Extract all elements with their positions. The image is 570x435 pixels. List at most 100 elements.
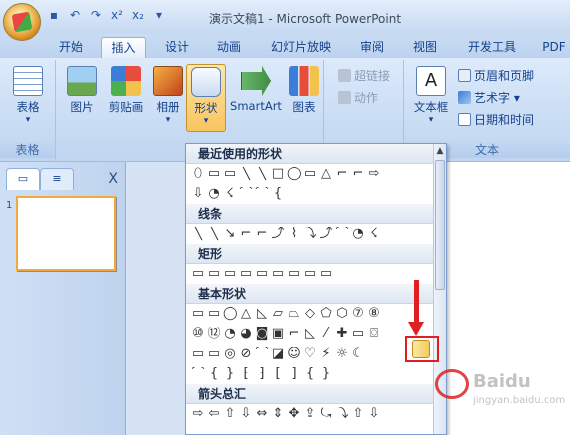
- shape-icon[interactable]: ⇨: [191, 407, 205, 421]
- shape-icon[interactable]: △: [239, 307, 253, 321]
- shape-icon[interactable]: ╲: [191, 227, 205, 241]
- shape-icon[interactable]: ▭: [239, 267, 253, 281]
- shape-icon[interactable]: △: [319, 167, 333, 181]
- shape-icon[interactable]: ⚡: [319, 347, 333, 361]
- shape-icon[interactable]: ⁅: [239, 367, 253, 381]
- shape-icon[interactable]: ⌒: [191, 367, 205, 381]
- shape-icon[interactable]: ╲: [207, 227, 221, 241]
- tab-view[interactable]: 视图: [405, 37, 445, 58]
- shape-icon[interactable]: ◪: [271, 347, 285, 361]
- shape-icon[interactable]: ⇧: [223, 407, 237, 421]
- wordart-button[interactable]: 艺术字 ▾: [458, 88, 520, 108]
- tab-animation[interactable]: 动画: [209, 37, 249, 58]
- shape-icon[interactable]: ]: [287, 367, 301, 381]
- slide-thumbnail[interactable]: [16, 196, 116, 271]
- tab-design[interactable]: 设计: [157, 37, 197, 58]
- action-button[interactable]: 动作: [338, 88, 378, 108]
- shape-icon[interactable]: ⇩: [191, 187, 205, 201]
- header-footer-button[interactable]: 页眉和页脚: [458, 66, 534, 86]
- clipart-button[interactable]: 剪贴画: [104, 64, 148, 132]
- redo-icon[interactable]: ↷: [88, 7, 104, 23]
- shape-icon[interactable]: ▭: [191, 267, 205, 281]
- shape-icon[interactable]: ✚: [335, 327, 349, 341]
- shape-icon[interactable]: {: [271, 187, 285, 201]
- table-button[interactable]: 表格 ▾: [8, 64, 48, 132]
- shape-icon[interactable]: ▭: [223, 167, 237, 181]
- shape-icon[interactable]: ⌐: [287, 327, 301, 341]
- shape-icon[interactable]: ⌒: [255, 347, 269, 361]
- shape-icon[interactable]: ⑦: [351, 307, 365, 321]
- tab-slideshow[interactable]: 幻灯片放映: [264, 37, 338, 58]
- shape-icon[interactable]: ╲: [239, 167, 253, 181]
- shape-icon[interactable]: }: [319, 367, 333, 381]
- shapes-button[interactable]: 形状 ▾: [186, 64, 226, 132]
- shape-icon[interactable]: ⬠: [319, 307, 333, 321]
- shape-icon[interactable]: ⤴: [271, 227, 285, 241]
- save-icon[interactable]: ▪: [46, 7, 62, 23]
- shape-icon[interactable]: ▱: [271, 307, 285, 321]
- shape-icon[interactable]: ⑧: [367, 307, 381, 321]
- shape-icon[interactable]: ⬯: [191, 167, 205, 181]
- shape-icon[interactable]: ◔: [207, 187, 221, 201]
- hyperlink-button[interactable]: 超链接: [338, 66, 390, 86]
- subscript-icon[interactable]: x₂: [130, 7, 146, 23]
- shape-icon[interactable]: ▭: [319, 267, 333, 281]
- shape-icon[interactable]: ⇪: [303, 407, 317, 421]
- shape-icon[interactable]: [: [271, 367, 285, 381]
- shape-icon[interactable]: ▭: [351, 327, 365, 341]
- shape-icon[interactable]: ◯: [223, 307, 237, 321]
- shape-icon[interactable]: ▭: [271, 267, 285, 281]
- tab-review[interactable]: 审阅: [352, 37, 392, 58]
- shape-icon[interactable]: ☇: [367, 227, 381, 241]
- shape-icon[interactable]: ⤵: [303, 227, 317, 241]
- tab-home[interactable]: 开始: [52, 37, 90, 58]
- shape-icon[interactable]: ⇦: [207, 407, 221, 421]
- shape-icon[interactable]: ⇕: [271, 407, 285, 421]
- scroll-thumb[interactable]: [435, 160, 445, 290]
- shape-icon[interactable]: ◯: [287, 167, 301, 181]
- datetime-button[interactable]: 日期和时间: [458, 110, 534, 130]
- chart-button[interactable]: 图表: [284, 64, 324, 132]
- shape-icon[interactable]: ▭: [223, 267, 237, 281]
- shape-icon[interactable]: ⊘: [239, 347, 253, 361]
- slides-tab[interactable]: ▭: [6, 168, 40, 190]
- shape-icon[interactable]: ◺: [255, 307, 269, 321]
- textbox-button[interactable]: A 文本框 ▾: [408, 64, 454, 132]
- shape-icon[interactable]: ⇨: [367, 167, 381, 181]
- superscript-icon[interactable]: x²: [109, 7, 125, 23]
- shape-icon[interactable]: ⤴: [319, 227, 333, 241]
- shape-icon[interactable]: ▭: [303, 167, 317, 181]
- office-button[interactable]: [3, 3, 41, 41]
- shape-icon[interactable]: ⌐: [239, 227, 253, 241]
- smartart-button[interactable]: SmartArt: [228, 64, 284, 132]
- shape-icon[interactable]: ⇔: [255, 407, 269, 421]
- shape-icon[interactable]: ⌐: [255, 227, 269, 241]
- undo-icon[interactable]: ↶: [67, 7, 83, 23]
- shape-icon[interactable]: ↘: [223, 227, 237, 241]
- album-button[interactable]: 相册 ▾: [148, 64, 188, 132]
- shape-icon[interactable]: ◔: [351, 227, 365, 241]
- qat-dropdown-icon[interactable]: ▾: [151, 7, 167, 23]
- shape-icon[interactable]: ▭: [287, 267, 301, 281]
- tab-insert[interactable]: 插入: [101, 37, 146, 58]
- shape-icon[interactable]: ◕: [239, 327, 253, 341]
- picture-button[interactable]: 图片: [62, 64, 102, 132]
- shape-icon[interactable]: ⌼: [367, 327, 381, 341]
- shape-icon[interactable]: ⌒: [255, 187, 269, 201]
- shape-icon[interactable]: ⁆: [255, 367, 269, 381]
- shape-icon[interactable]: ▣: [271, 327, 285, 341]
- shape-icon[interactable]: ⇧: [351, 407, 365, 421]
- shape-icon[interactable]: ◺: [303, 327, 317, 341]
- shape-icon[interactable]: ☾: [351, 347, 365, 361]
- shape-icon[interactable]: ⤵: [335, 407, 349, 421]
- tab-pdf[interactable]: PDF: [538, 37, 570, 58]
- shape-icon[interactable]: ♡: [303, 347, 317, 361]
- scroll-up-icon[interactable]: ▲: [434, 144, 446, 158]
- shape-icon[interactable]: ▭: [255, 267, 269, 281]
- shape-icon[interactable]: ⌐: [335, 167, 349, 181]
- shape-icon[interactable]: ⇩: [367, 407, 381, 421]
- shape-icon[interactable]: ⌐: [351, 167, 365, 181]
- shape-icon[interactable]: ⇩: [239, 407, 253, 421]
- shape-icon[interactable]: ▭: [191, 347, 205, 361]
- shape-icon[interactable]: ☇: [223, 187, 237, 201]
